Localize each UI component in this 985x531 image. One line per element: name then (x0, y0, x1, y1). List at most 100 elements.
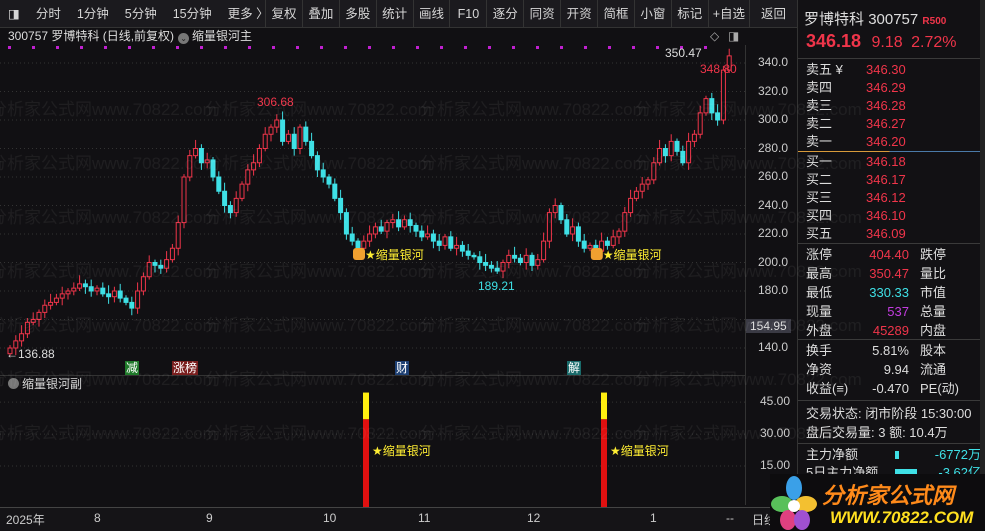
toolbar-button[interactable]: 多股 (338, 0, 376, 28)
tab-1min[interactable]: 1分钟 (69, 0, 117, 28)
event-badge[interactable]: 财 (395, 361, 410, 375)
marker-dot (464, 46, 467, 49)
candle (407, 212, 413, 233)
bid-row: 买四 346.10 (806, 208, 906, 223)
toolbar-button[interactable]: F10 (449, 0, 486, 28)
last-price-label: 348.80 (700, 62, 737, 76)
marker-dot (224, 46, 227, 49)
volume-bar-red (601, 419, 607, 507)
candle (233, 191, 239, 217)
price-change: 9.18 (871, 34, 903, 51)
toolbar-button[interactable]: 复权 (265, 0, 302, 28)
candle (181, 174, 187, 229)
candle (633, 186, 639, 202)
event-badge[interactable]: 减 (125, 361, 140, 375)
sub-y-tick-label: 15.00 (760, 458, 791, 473)
tab-15min[interactable]: 15分钟 (165, 0, 220, 28)
candle (413, 222, 419, 237)
candle (378, 219, 384, 234)
marker-dot (584, 46, 587, 49)
tab-intraday[interactable]: 分时 (28, 0, 69, 28)
ask-row: 卖二 346.27 (806, 116, 906, 131)
quote-panel: 罗博特科 300757 R500 346.18 9.18 2.72% 卖五 ¥3… (797, 0, 981, 531)
candle (657, 139, 663, 166)
candle (175, 215, 181, 256)
toolbar-button[interactable]: 标记 (670, 0, 708, 28)
candle (135, 282, 141, 314)
candle (314, 151, 320, 177)
candle (210, 157, 216, 182)
candle (674, 138, 680, 156)
toolbar-button[interactable]: 返回 (749, 0, 797, 28)
panel-toggle-icon[interactable]: ◨ (728, 28, 739, 45)
start-price-label: ←136.88 (6, 347, 55, 361)
candle (129, 296, 135, 316)
candle (372, 222, 378, 239)
sidebar-toggle-icon[interactable]: ◨ (0, 0, 28, 28)
candle (343, 208, 349, 240)
y-tick-label: 240.0 (758, 197, 789, 212)
candle (645, 177, 651, 190)
y-tick-label: 200.0 (758, 254, 789, 269)
candle (36, 309, 42, 327)
toolbar-button[interactable]: +自选 (707, 0, 749, 28)
y-tick-label: 340.0 (758, 55, 789, 69)
y-tick-label: 320.0 (758, 83, 789, 98)
marker-dot (344, 46, 347, 49)
candle (384, 219, 390, 239)
candle (19, 325, 25, 347)
candle (274, 114, 280, 133)
candle (152, 259, 158, 273)
candle (575, 222, 581, 247)
toolbar-button[interactable]: 小窗 (633, 0, 671, 28)
candle (239, 181, 245, 202)
logo-title: 分析家公式网 (822, 483, 955, 508)
candle (668, 134, 674, 162)
event-badge[interactable]: 解 (567, 361, 582, 375)
candle (94, 285, 100, 296)
y-tick-label: 300.0 (758, 112, 789, 126)
volume-bar-yellow (601, 392, 607, 420)
toolbar-button[interactable]: 简框 (597, 0, 634, 28)
candle (465, 243, 471, 260)
diamond-icon[interactable]: ◇ (710, 28, 719, 45)
candle (419, 225, 425, 242)
toolbar-button[interactable]: 逐分 (486, 0, 523, 28)
stat-row: 换手 5.81% 股本 (806, 343, 947, 358)
candle (558, 202, 564, 225)
candle (111, 286, 117, 303)
candle (622, 206, 628, 237)
sub-indicator-dropdown-icon[interactable] (8, 378, 19, 389)
candle (164, 251, 170, 273)
indicator-dropdown-icon[interactable]: ⌄ (178, 33, 190, 44)
toolbar-button[interactable]: 开资 (560, 0, 597, 28)
volume-bar-red (363, 419, 369, 507)
candle (268, 124, 274, 142)
candle (442, 234, 448, 250)
sub-chart[interactable]: ★缩量银河 ★缩量银河 (0, 392, 745, 507)
candle (523, 248, 529, 270)
stock-code: 300757 (868, 11, 919, 28)
x-tick-label: 8 (94, 511, 101, 525)
x-tick-label: 9 (206, 511, 213, 525)
toolbar-button[interactable]: 画线 (412, 0, 450, 28)
candle (71, 282, 77, 296)
indicator-name[interactable]: 缩量银河主 (192, 29, 252, 43)
price-chart[interactable]: 306.68 189.21 ←136.88 350.47 348.80 ★缩量银河 ★缩量银… (0, 45, 745, 375)
stat-row: 现量 537 总量 (806, 304, 947, 319)
candle (146, 255, 152, 280)
event-badge[interactable]: 涨榜 (172, 361, 199, 375)
candle (691, 129, 697, 148)
sub-indicator-name[interactable]: 缩量银河副 (22, 377, 82, 391)
candle (390, 214, 396, 229)
stat-row: 净资 9.94 流通 (806, 362, 947, 377)
toolbar-button[interactable]: 统计 (375, 0, 413, 28)
candle (256, 144, 262, 168)
stat-row: 收益(≡) -0.470 PE(动) (806, 381, 960, 396)
bid-row: 买五 346.09 (806, 226, 906, 241)
scrollbar[interactable] (980, 0, 985, 531)
toolbar-button[interactable]: 叠加 (301, 0, 339, 28)
tab-5min[interactable]: 5分钟 (117, 0, 165, 28)
bid-row: 买二 346.17 (806, 172, 906, 187)
toolbar-button[interactable]: 同资 (523, 0, 560, 28)
